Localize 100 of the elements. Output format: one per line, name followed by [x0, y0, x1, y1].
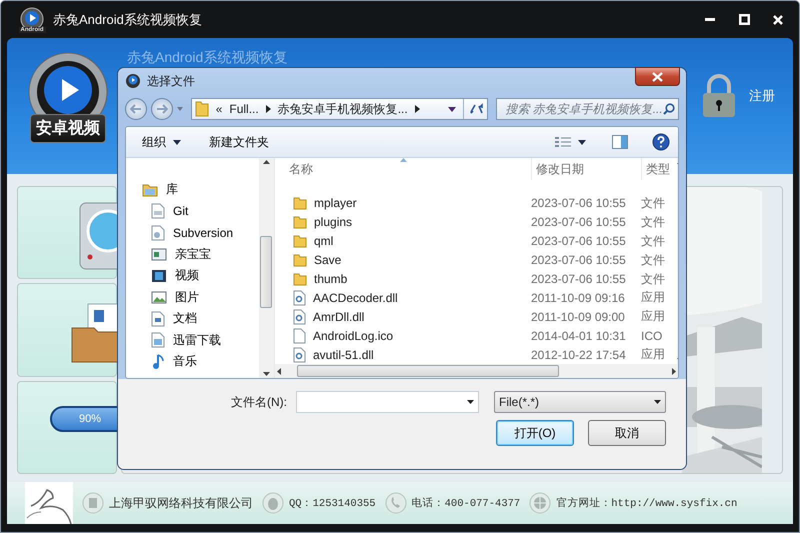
dropdown-caret-icon[interactable] — [448, 106, 456, 112]
register-link[interactable]: 注册 — [749, 87, 775, 105]
horizontal-scrollbar[interactable] — [275, 364, 678, 378]
logo-badge: 安卓视频 — [30, 114, 106, 143]
file-name[interactable]: AmrDll.dll — [313, 310, 364, 324]
file-name[interactable]: mplayer — [314, 196, 357, 210]
table-cell-text: 2023-07-06 10:55 — [531, 215, 627, 230]
breadcrumb-prefix[interactable]: « — [216, 102, 222, 116]
address-bar[interactable]: « Full... 赤兔安卓手机视频恢复... — [190, 98, 488, 120]
company-name: 上海甲驭网络科技有限公司 — [109, 494, 253, 512]
gear-file-icon — [293, 346, 306, 363]
table-cell-text: 文件 — [641, 194, 666, 212]
window-icon — [151, 247, 167, 262]
document-icon — [151, 310, 165, 327]
chevron-right-icon[interactable] — [414, 105, 420, 113]
nav-item[interactable]: Git — [151, 200, 259, 222]
library-folder-icon — [142, 182, 158, 197]
breadcrumb-item[interactable]: Full... — [229, 102, 259, 116]
website-link[interactable]: 官方网址：http://www.sysfix.cn — [556, 496, 738, 510]
window-title: 赤兔Android系统视频恢复 — [53, 10, 202, 28]
padlock-icon[interactable] — [701, 74, 737, 118]
file-name[interactable]: avutil-51.dll — [313, 348, 374, 362]
folder-icon — [293, 196, 307, 210]
dropdown-caret-icon — [654, 400, 661, 404]
gear-file-icon — [293, 308, 306, 325]
scroll-left-arrow-icon[interactable] — [277, 368, 281, 374]
table-cell-text: 2012-10-22 17:54 — [531, 348, 627, 362]
file-name[interactable]: AACDecoder.dll — [313, 290, 398, 305]
dropdown-caret-icon — [578, 140, 586, 144]
nav-item[interactable]: Subversion — [151, 222, 259, 244]
maximize-icon — [738, 14, 750, 25]
dialog-button[interactable]: 打开(O) — [496, 420, 574, 446]
folder-icon — [293, 253, 307, 268]
table-cell-text: 应用 — [641, 308, 666, 326]
details-view-icon — [555, 136, 571, 148]
table-cell-text: 2023-07-06 10:55 — [531, 234, 627, 248]
table-cell-text: 文件 — [641, 270, 666, 288]
nav-item[interactable]: 亲宝宝 — [151, 244, 259, 265]
toolbar-button[interactable]: 组织 — [140, 132, 183, 152]
file-name[interactable]: AndroidLog.ico — [313, 328, 394, 343]
help-icon[interactable] — [652, 133, 670, 151]
scrollbar[interactable] — [259, 158, 274, 378]
table-cell-text: 2014-04-01 10:31 — [531, 328, 627, 343]
table-cell-text: 应用 — [641, 289, 666, 306]
back-button[interactable] — [125, 98, 147, 120]
view-menu-button[interactable] — [553, 134, 588, 150]
music-note-icon — [151, 354, 165, 370]
image-icon — [151, 290, 167, 304]
app-title: 赤兔Android系统视频恢复 — [127, 50, 288, 65]
forward-button[interactable] — [150, 98, 173, 120]
column-header[interactable]: 修改日期 — [531, 158, 641, 180]
dialog-button[interactable]: 取消 — [588, 420, 666, 446]
table-cell-text: 文件 — [641, 232, 666, 250]
qq-number: QQ：1253140355 — [289, 497, 376, 510]
table-cell-text: 2023-07-06 10:55 — [531, 253, 627, 268]
nav-item[interactable]: 图片 — [151, 286, 259, 308]
table-cell-text: ICO — [641, 328, 664, 343]
minimize-icon — [705, 18, 715, 21]
folder-icon — [194, 101, 209, 117]
file-type-dropdown[interactable]: File(*.*) — [494, 391, 666, 413]
breadcrumb-item[interactable]: 赤兔安卓手机视频恢复... — [278, 100, 408, 118]
back-arrow-icon — [130, 104, 142, 114]
nav-item[interactable]: 视频 — [151, 265, 259, 286]
sort-up-arrow-icon — [400, 158, 407, 162]
table-cell-text: 文件 — [641, 252, 666, 269]
nav-item[interactable]: 文档 — [151, 308, 259, 330]
field-label: 文件名(N): — [231, 394, 287, 410]
filename-field[interactable] — [296, 391, 479, 413]
preview-pane-icon[interactable] — [612, 135, 628, 149]
feature-card[interactable] — [17, 283, 117, 377]
nav-item[interactable]: 库 — [142, 179, 259, 200]
close-icon — [773, 14, 783, 24]
search-field[interactable]: 搜索 赤兔安卓手机视频恢复... — [496, 98, 679, 120]
dropdown-caret-icon — [173, 140, 181, 144]
chevron-right-icon[interactable] — [266, 105, 271, 113]
close-button[interactable] — [635, 67, 680, 86]
nav-item[interactable]: 音乐 — [151, 351, 259, 372]
folder-icon — [293, 234, 307, 248]
table-cell-text: 文件 — [641, 214, 666, 231]
forward-arrow-icon — [156, 104, 168, 114]
gear-file-icon — [293, 290, 306, 306]
table-cell-text: 2023-07-06 10:55 — [531, 196, 627, 210]
document-icon — [151, 224, 165, 241]
file-name[interactable]: qml — [314, 234, 334, 248]
scroll-up-arrow-icon[interactable] — [263, 160, 270, 164]
table-cell-text: 2011-10-09 09:00 — [531, 310, 626, 324]
file-name[interactable]: thumb — [314, 272, 348, 286]
phone-number: 电话：400-077-4377 — [412, 496, 520, 510]
horse-logo — [25, 482, 73, 524]
scroll-down-arrow-icon[interactable] — [263, 372, 270, 376]
file-name[interactable]: Save — [314, 253, 342, 268]
nav-item[interactable]: 迅雷下载 — [151, 330, 259, 351]
table-cell-text: 2011-10-09 09:16 — [531, 290, 626, 305]
column-header[interactable]: 名称 — [289, 160, 531, 178]
file-name[interactable]: plugins — [314, 215, 352, 230]
toolbar-button[interactable]: 新建文件夹 — [207, 132, 271, 152]
folder-icon — [293, 215, 307, 230]
document-icon — [151, 203, 165, 220]
document-icon — [151, 332, 165, 348]
scroll-right-arrow-icon[interactable] — [672, 368, 676, 374]
